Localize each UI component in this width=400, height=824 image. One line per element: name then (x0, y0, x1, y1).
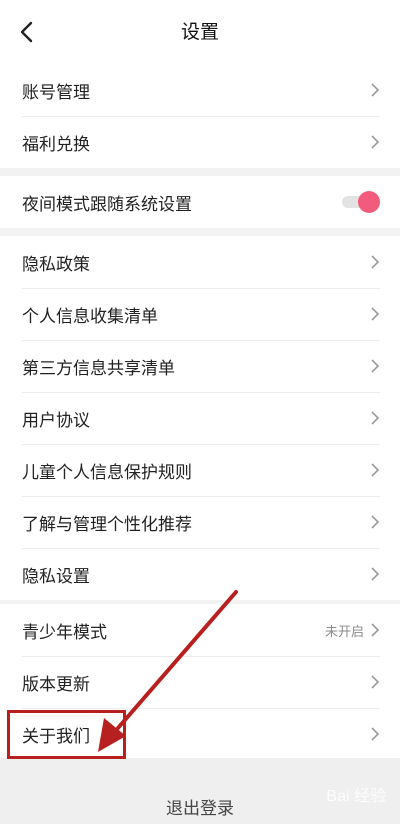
item-label: 夜间模式跟随系统设置 (22, 194, 192, 215)
teen-mode-status: 未开启 (324, 624, 364, 640)
chevron-right-icon (371, 623, 380, 637)
chevron-right-icon (371, 83, 380, 97)
settings-item-children-privacy[interactable]: 儿童个人信息保护规则 (0, 444, 400, 496)
page-title: 设置 (180, 21, 219, 43)
chevron-right-icon (371, 135, 380, 149)
settings-item-teen-mode[interactable]: 青少年模式 未开启 (0, 604, 400, 656)
settings-item-version-update[interactable]: 版本更新 (0, 656, 400, 708)
chevron-right-icon (371, 567, 380, 581)
settings-item-personalized-recs[interactable]: 了解与管理个性化推荐 (0, 496, 400, 548)
chevron-right-icon (371, 727, 380, 741)
privacy-group: 隐私政策 个人信息收集清单 第三方信息共享清单 用户协议 儿童个人信息保护规则 … (0, 236, 400, 600)
settings-item-user-agreement[interactable]: 用户协议 (0, 392, 400, 444)
settings-item-privacy-settings[interactable]: 隐私设置 (0, 548, 400, 600)
settings-item-night-mode: 夜间模式跟随系统设置 (0, 176, 400, 228)
chevron-right-icon (371, 307, 380, 321)
item-label: 账号管理 (22, 82, 90, 103)
top-bar: 设置 (0, 0, 400, 64)
item-label: 第三方信息共享清单 (22, 358, 175, 379)
watermark: Bai 经验 (326, 788, 386, 805)
settings-item-info-collection[interactable]: 个人信息收集清单 (0, 288, 400, 340)
item-label: 儿童个人信息保护规则 (22, 462, 192, 483)
chevron-right-icon (371, 255, 380, 269)
settings-item-account[interactable]: 账号管理 (0, 64, 400, 116)
item-label: 了解与管理个性化推荐 (22, 514, 192, 535)
item-label: 隐私政策 (22, 254, 90, 275)
chevron-right-icon (371, 411, 380, 425)
item-label: 版本更新 (22, 674, 90, 695)
account-group: 账号管理 福利兑换 (0, 64, 400, 168)
item-label: 青少年模式 (22, 622, 107, 643)
item-label: 隐私设置 (22, 566, 90, 587)
item-label: 个人信息收集清单 (22, 306, 158, 327)
chevron-right-icon (371, 675, 380, 689)
settings-item-rewards[interactable]: 福利兑换 (0, 116, 400, 168)
night-mode-toggle[interactable] (340, 190, 380, 214)
item-label: 用户协议 (22, 410, 90, 431)
night-mode-group: 夜间模式跟随系统设置 (0, 176, 400, 228)
settings-item-privacy-policy[interactable]: 隐私政策 (0, 236, 400, 288)
chevron-right-icon (371, 359, 380, 373)
annotation-highlight-box (7, 710, 126, 759)
toggle-knob (358, 191, 380, 213)
chevron-right-icon (371, 515, 380, 529)
chevron-right-icon (371, 463, 380, 477)
settings-item-third-party-sharing[interactable]: 第三方信息共享清单 (0, 340, 400, 392)
item-label: 福利兑换 (22, 134, 90, 155)
